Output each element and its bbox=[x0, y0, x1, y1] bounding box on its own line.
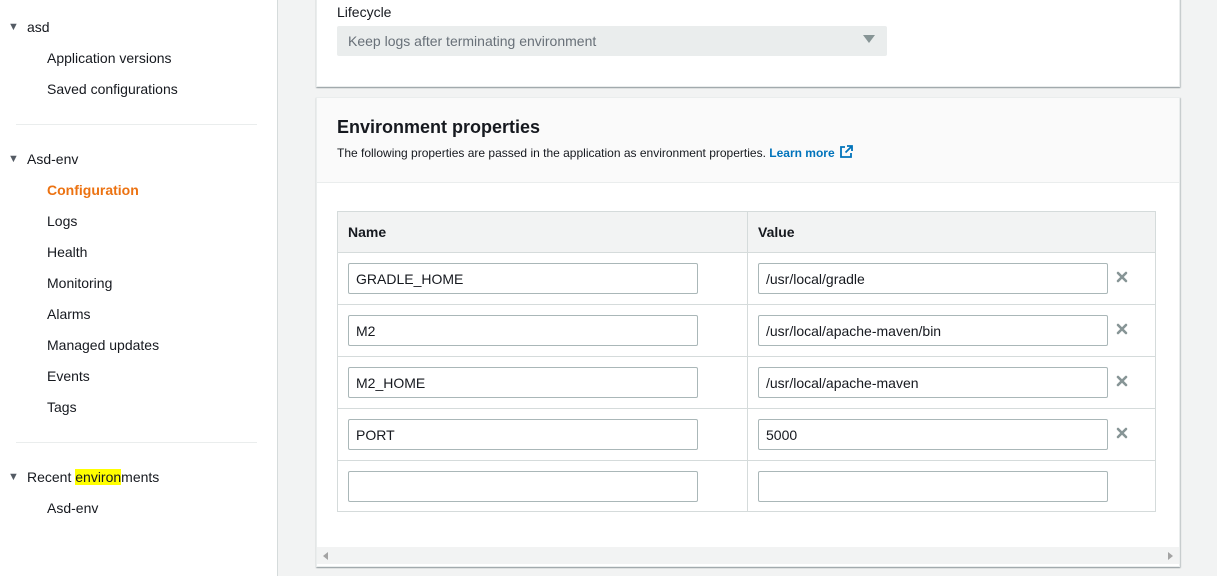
property-value-input[interactable] bbox=[758, 367, 1108, 398]
close-icon[interactable] bbox=[1113, 320, 1131, 338]
property-name-input[interactable] bbox=[348, 263, 698, 294]
sidebar-item-recent-env[interactable]: Asd-env bbox=[47, 500, 98, 516]
property-name-input[interactable] bbox=[348, 315, 698, 346]
property-value-input[interactable] bbox=[758, 419, 1108, 450]
sidebar-item-application-versions[interactable]: Application versions bbox=[47, 50, 172, 66]
sidebar-item-configuration[interactable]: Configuration bbox=[47, 182, 139, 198]
horizontal-scrollbar[interactable] bbox=[317, 547, 1179, 564]
close-icon[interactable] bbox=[1113, 424, 1131, 442]
environment-properties-panel: Environment properties The following pro… bbox=[316, 97, 1180, 567]
property-name-input[interactable] bbox=[348, 419, 698, 450]
sidebar-item-events[interactable]: Events bbox=[47, 368, 90, 384]
sidebar-group-label: Asd-env bbox=[27, 151, 79, 167]
sidebar-divider bbox=[16, 442, 257, 443]
panel-header: Environment properties The following pro… bbox=[317, 98, 1179, 183]
scroll-right-icon[interactable] bbox=[1168, 552, 1173, 560]
scroll-left-icon[interactable] bbox=[323, 552, 328, 560]
property-value-input[interactable] bbox=[758, 315, 1108, 346]
search-highlight: environ bbox=[75, 469, 122, 485]
sidebar-item-saved-configurations[interactable]: Saved configurations bbox=[47, 81, 178, 97]
property-value-input[interactable] bbox=[758, 471, 1108, 502]
caret-down-icon: ▼ bbox=[8, 21, 19, 33]
sidebar-item-tags[interactable]: Tags bbox=[47, 399, 77, 415]
sidebar-group-application[interactable]: ▼ asd bbox=[8, 19, 50, 35]
property-value-input[interactable] bbox=[758, 263, 1108, 294]
caret-down-icon: ▼ bbox=[8, 471, 19, 483]
lifecycle-select-value: Keep logs after terminating environment bbox=[348, 33, 597, 49]
property-name-input[interactable] bbox=[348, 367, 698, 398]
sidebar-item-managed-updates[interactable]: Managed updates bbox=[47, 337, 159, 353]
sidebar-item-health[interactable]: Health bbox=[47, 244, 87, 260]
sidebar-group-label: Recent environments bbox=[27, 469, 160, 485]
column-header-name: Name bbox=[348, 224, 387, 240]
property-name-input[interactable] bbox=[348, 471, 698, 502]
lifecycle-label: Lifecycle bbox=[337, 4, 392, 20]
column-header-value: Value bbox=[758, 224, 795, 240]
properties-table: Name Value bbox=[337, 211, 1156, 512]
sidebar-item-monitoring[interactable]: Monitoring bbox=[47, 275, 112, 291]
panel-title: Environment properties bbox=[337, 117, 541, 137]
sidebar-group-recent-environments[interactable]: ▼ Recent environments bbox=[8, 469, 159, 485]
sidebar: ▼ asd Application versions Saved configu… bbox=[0, 0, 278, 576]
sidebar-item-alarms[interactable]: Alarms bbox=[47, 306, 91, 322]
caret-down-icon bbox=[863, 35, 875, 43]
external-link-icon bbox=[839, 145, 853, 158]
sidebar-divider bbox=[16, 124, 257, 125]
panel-description: The following properties are passed in t… bbox=[337, 145, 853, 160]
lifecycle-panel: Lifecycle Keep logs after terminating en… bbox=[316, 0, 1180, 87]
caret-down-icon: ▼ bbox=[8, 153, 19, 165]
learn-more-link[interactable]: Learn more bbox=[769, 145, 853, 160]
close-icon[interactable] bbox=[1113, 268, 1131, 286]
sidebar-group-environment[interactable]: ▼ Asd-env bbox=[8, 151, 78, 167]
sidebar-group-label: asd bbox=[27, 19, 50, 35]
close-icon[interactable] bbox=[1113, 372, 1131, 390]
sidebar-item-logs[interactable]: Logs bbox=[47, 213, 77, 229]
lifecycle-select[interactable]: Keep logs after terminating environment bbox=[337, 26, 887, 56]
column-divider bbox=[747, 212, 748, 511]
